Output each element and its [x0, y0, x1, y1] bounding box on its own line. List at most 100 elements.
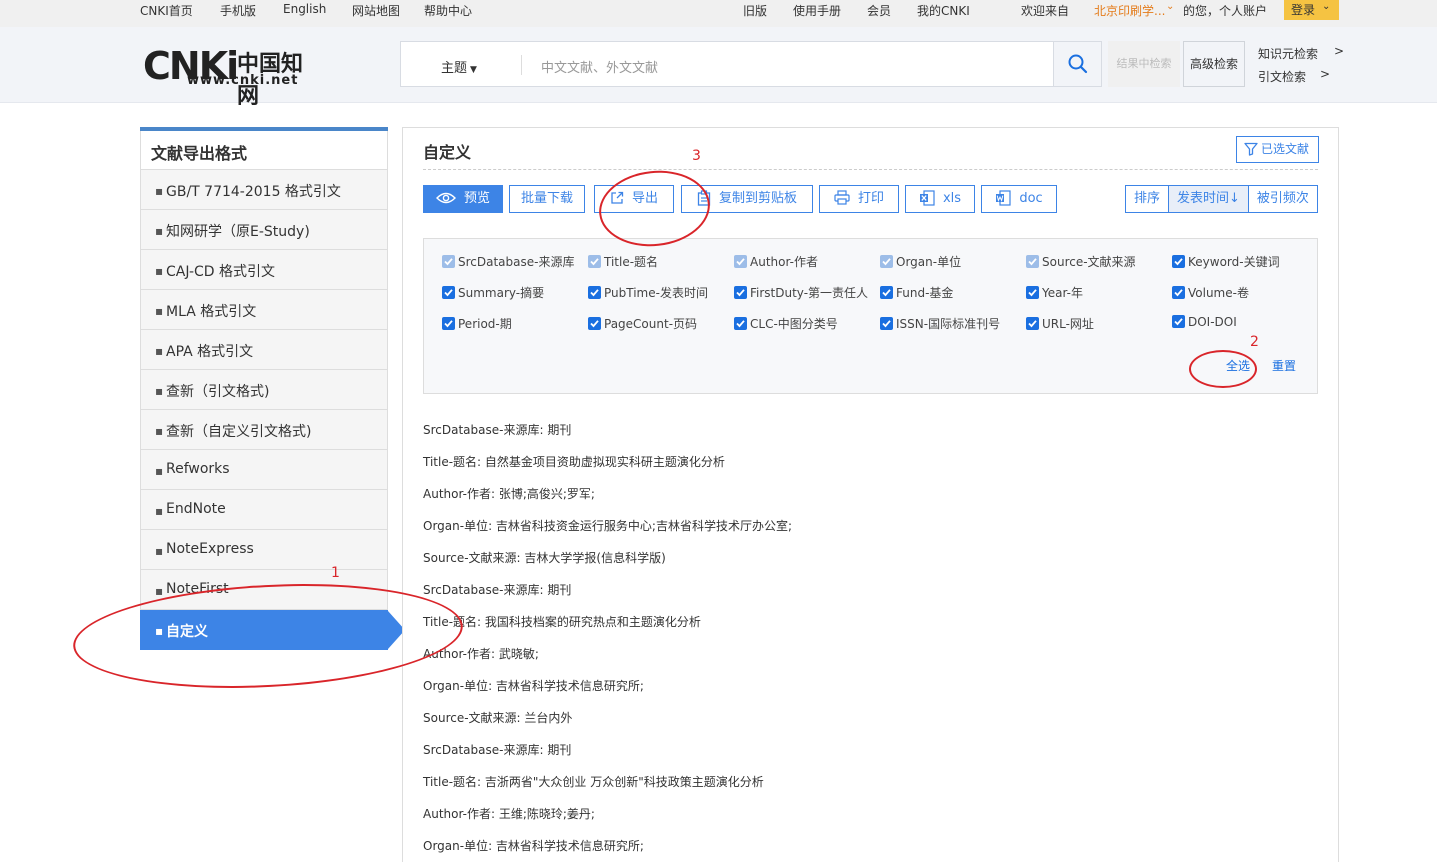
field-checkbox-pubtime[interactable]: PubTime-发表时间 [588, 284, 708, 301]
field-checkbox-title[interactable]: Title-题名 [588, 253, 658, 270]
sidebar-item-refworks[interactable]: ▪ Refworks [140, 450, 388, 490]
sort-label: 排序 [1126, 186, 1170, 212]
bullet-icon: ▪ [155, 424, 164, 438]
chevron-down-icon[interactable]: ⌄ [1166, 1, 1174, 12]
link-sitemap[interactable]: 网站地图 [352, 2, 400, 19]
print-button[interactable]: 打印 [819, 185, 899, 213]
eye-icon [435, 192, 456, 203]
checkbox-checked-icon [880, 286, 893, 299]
sidebar-item-chaxin-custom[interactable]: ▪ 查新（自定义引文格式) [140, 410, 388, 450]
xls-label: xls [942, 191, 962, 206]
sidebar-item-gbt7714[interactable]: ▪ GB/T 7714-2015 格式引文 [140, 170, 388, 210]
annotation-circle-select-all [1189, 350, 1257, 388]
link-cnki-home[interactable]: CNKI首页 [140, 2, 193, 19]
search-within-button[interactable]: 结果中检索 [1108, 41, 1180, 87]
sidebar-item-chaxin[interactable]: ▪ 查新（引文格式) [140, 370, 388, 410]
link-mobile[interactable]: 手机版 [220, 2, 256, 19]
field-label: PubTime-发表时间 [604, 286, 708, 300]
field-checkbox-srcdatabase[interactable]: SrcDatabase-来源库 [442, 253, 574, 270]
bullet-icon: ▪ [155, 224, 164, 238]
link-manual[interactable]: 使用手册 [793, 2, 841, 19]
sort-by-cited[interactable]: 被引频次 [1249, 186, 1317, 212]
checkbox-checked-icon [734, 317, 747, 330]
field-checkbox-clc[interactable]: CLC-中图分类号 [734, 315, 838, 332]
field-checkbox-organ[interactable]: Organ-单位 [880, 253, 961, 270]
selected-docs-button[interactable]: 已选文献 [1236, 136, 1319, 163]
field-checkbox-summary[interactable]: Summary-摘要 [442, 284, 544, 301]
field-label: Author-作者 [750, 255, 818, 269]
org-name[interactable]: 北京印刷学... [1094, 2, 1165, 19]
printer-icon [834, 190, 850, 205]
link-help[interactable]: 帮助中心 [424, 2, 472, 19]
checkbox-checked-icon [442, 317, 455, 330]
sidebar-item-label: GB/T 7714-2015 格式引文 [166, 184, 341, 200]
sidebar-item-mla[interactable]: ▪ MLA 格式引文 [140, 290, 388, 330]
chevron-down-icon: ⌄ [1322, 1, 1331, 12]
field-checkbox-author[interactable]: Author-作者 [734, 253, 818, 270]
title-divider [423, 169, 1318, 170]
selected-docs-label: 已选文献 [1261, 142, 1310, 156]
field-checkbox-period[interactable]: Period-期 [442, 315, 512, 332]
search-button[interactable] [1053, 42, 1101, 86]
sidebar-item-noteexpress[interactable]: ▪ NoteExpress [140, 530, 388, 570]
link-english[interactable]: English [283, 2, 326, 16]
field-label: Period-期 [458, 317, 512, 331]
export-doc-button[interactable]: doc [981, 185, 1057, 213]
citation-search-link[interactable]: 引文检索 > [1258, 67, 1330, 85]
preview-button[interactable]: 预览 [423, 185, 503, 213]
field-checkbox-fund[interactable]: Fund-基金 [880, 284, 953, 301]
checkbox-checked-icon [1026, 255, 1039, 268]
sidebar-item-estudy[interactable]: ▪ 知网研学（原E-Study) [140, 210, 388, 250]
sort-by-pubtime[interactable]: 发表时间↓ [1169, 186, 1249, 212]
field-label: Source-文献来源 [1042, 255, 1136, 269]
annotation-number-2: 2 [1250, 334, 1259, 350]
field-checkbox-keyword[interactable]: Keyword-关键词 [1172, 253, 1280, 270]
sort-group: 排序 发表时间↓ 被引频次 [1125, 185, 1318, 213]
output-line: Organ-单位: 吉林省科技资金运行服务中心;吉林省科学技术厅办公室; [423, 519, 793, 533]
annotation-number-3: 3 [692, 148, 701, 164]
checkbox-checked-icon [880, 317, 893, 330]
field-label: Year-年 [1042, 286, 1083, 300]
knowledge-search-label: 知识元检索 [1258, 47, 1319, 61]
output-line: Author-作者: 王维;陈晓玲;姜丹; [423, 807, 595, 821]
field-checkbox-firstduty[interactable]: FirstDuty-第一责任人 [734, 284, 868, 301]
link-my-cnki[interactable]: 我的CNKI [917, 2, 970, 19]
field-checkbox-year[interactable]: Year-年 [1026, 284, 1083, 301]
reset-link[interactable]: 重置 [1272, 357, 1296, 374]
bullet-icon: ▪ [155, 184, 164, 198]
field-label: URL-网址 [1042, 317, 1094, 331]
knowledge-search-link[interactable]: 知识元检索 > [1258, 44, 1344, 62]
sidebar-item-label: MLA 格式引文 [166, 304, 257, 320]
login-button[interactable]: 登录 ⌄ [1284, 0, 1339, 20]
field-checkbox-doi[interactable]: DOI-DOI [1172, 315, 1237, 329]
field-label: DOI-DOI [1188, 315, 1237, 329]
sidebar-item-label: 查新（自定义引文格式) [166, 424, 312, 440]
field-checkbox-pagecount[interactable]: PageCount-页码 [588, 315, 697, 332]
batch-download-button[interactable]: 批量下载 [509, 185, 585, 213]
checkbox-checked-icon [880, 255, 893, 268]
sidebar-item-label: NoteExpress [166, 541, 254, 557]
link-member[interactable]: 会员 [867, 2, 891, 19]
search-field-select[interactable]: 主题 ▼ [441, 57, 477, 76]
checkbox-checked-icon [442, 255, 455, 268]
field-label: Summary-摘要 [458, 286, 545, 300]
print-label: 打印 [857, 191, 884, 206]
link-old-version[interactable]: 旧版 [743, 2, 767, 19]
logo-url: www.cnki.net [187, 73, 299, 88]
bullet-icon: ▪ [155, 504, 164, 518]
cnki-logo[interactable]: CNKi 中国知网 www.cnki.net [143, 42, 323, 109]
sidebar-item-caj-cd[interactable]: ▪ CAJ-CD 格式引文 [140, 250, 388, 290]
field-checkbox-source[interactable]: Source-文献来源 [1026, 253, 1136, 270]
search-field-label: 主题 [441, 61, 468, 76]
advanced-search-button[interactable]: 高级检索 [1183, 41, 1245, 87]
page-title: 自定义 [423, 143, 472, 162]
sidebar-item-apa[interactable]: ▪ APA 格式引文 [140, 330, 388, 370]
field-checkbox-volume[interactable]: Volume-卷 [1172, 284, 1249, 301]
field-checkbox-url[interactable]: URL-网址 [1026, 315, 1094, 332]
bullet-icon: ▪ [155, 584, 164, 598]
sidebar-item-label: APA 格式引文 [166, 344, 254, 360]
export-xls-button[interactable]: xls [905, 185, 975, 213]
search-input[interactable]: 中文文献、外文文献 [541, 57, 658, 76]
field-checkbox-issn[interactable]: ISSN-国际标准刊号 [880, 315, 1000, 332]
sidebar-item-endnote[interactable]: ▪ EndNote [140, 490, 388, 530]
